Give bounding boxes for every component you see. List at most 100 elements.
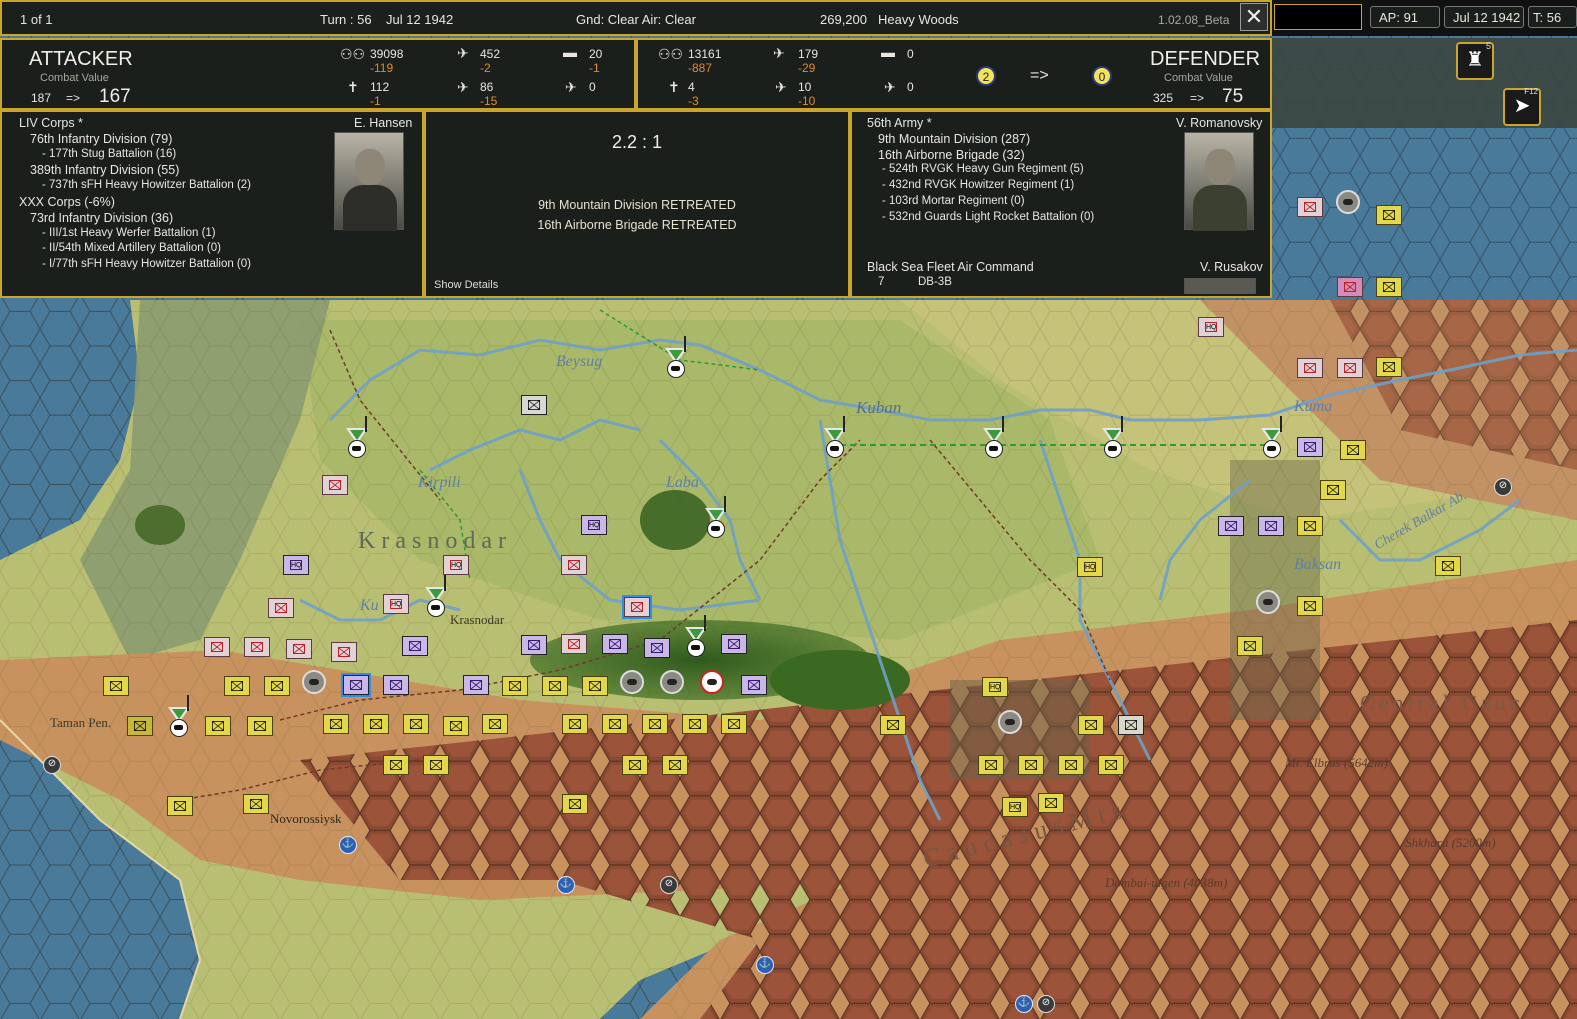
axis-unit[interactable] (1258, 516, 1284, 536)
axis-unit[interactable] (1297, 197, 1323, 217)
soviet-unit[interactable] (1118, 715, 1144, 735)
soviet-unit[interactable] (662, 755, 688, 775)
axis-hq-unit[interactable] (443, 555, 469, 575)
soviet-unit[interactable] (423, 755, 449, 775)
soviet-unit[interactable] (1038, 793, 1064, 813)
soviet-unit[interactable] (127, 716, 153, 736)
soviet-unit[interactable] (502, 676, 528, 696)
port-icon[interactable]: ⚓ (1015, 995, 1033, 1013)
oob-line[interactable]: - 737th sFH Heavy Howitzer Battalion (2) (42, 179, 251, 191)
soviet-unit[interactable] (562, 794, 588, 814)
oob-line[interactable]: - 432nd RVGK Howitzer Regiment (1) (882, 179, 1074, 191)
soviet-unit[interactable] (103, 676, 129, 696)
soviet-unit[interactable] (1376, 205, 1402, 225)
axis-unit[interactable] (383, 675, 409, 695)
soviet-unit[interactable] (403, 714, 429, 734)
naval-unit[interactable] (660, 670, 684, 694)
soviet-hq-unit[interactable] (1077, 557, 1103, 577)
oob-line[interactable]: - 532nd Guards Light Rocket Battalion (0… (882, 211, 1094, 223)
naval-unit[interactable] (620, 670, 644, 694)
soviet-unit[interactable] (1435, 556, 1461, 576)
soviet-unit[interactable] (167, 796, 193, 816)
axis-unit[interactable] (402, 636, 428, 656)
oob-line[interactable]: 16th Airborne Brigade (32) (878, 148, 1025, 162)
soviet-unit[interactable] (1320, 480, 1346, 500)
city-flag[interactable] (824, 416, 846, 458)
axis-unit[interactable] (561, 634, 587, 654)
soviet-hq-unit[interactable] (982, 677, 1008, 697)
city-flag[interactable] (665, 336, 687, 378)
city-flag[interactable] (346, 416, 368, 458)
soviet-unit[interactable] (264, 676, 290, 696)
soviet-unit[interactable] (1376, 357, 1402, 377)
axis-unit[interactable] (602, 634, 628, 654)
airfield-icon[interactable]: ⊘ (660, 876, 678, 894)
naval-unit[interactable] (700, 670, 724, 694)
axis-unit-selected[interactable] (622, 595, 652, 619)
oob-line[interactable]: - II/54th Mixed Artillery Battalion (0) (42, 242, 221, 254)
city-flag[interactable] (983, 416, 1005, 458)
airfield-icon[interactable]: ⊘ (1037, 995, 1055, 1013)
soviet-unit[interactable] (243, 794, 269, 814)
soviet-unit[interactable] (562, 714, 588, 734)
axis-unit[interactable] (721, 634, 747, 654)
oob-line[interactable]: 389th Infantry Division (55) (30, 163, 179, 177)
soviet-unit[interactable] (721, 714, 747, 734)
oob-line[interactable]: - I/77th sFH Heavy Howitzer Battalion (0… (42, 258, 251, 270)
soviet-unit[interactable] (602, 714, 628, 734)
soviet-unit[interactable] (622, 755, 648, 775)
axis-unit-selected[interactable] (341, 673, 371, 697)
axis-unit[interactable] (521, 635, 547, 655)
air-commander-portrait[interactable] (1184, 278, 1256, 294)
axis-hq-unit[interactable] (383, 594, 409, 614)
soviet-unit[interactable] (642, 714, 668, 734)
soviet-unit[interactable] (542, 676, 568, 696)
oob-line[interactable]: 56th Army * (867, 116, 932, 130)
soviet-unit[interactable] (880, 715, 906, 735)
soviet-unit[interactable] (1058, 755, 1084, 775)
oob-line[interactable]: 73rd Infantry Division (36) (30, 211, 173, 225)
oob-line[interactable]: - 177th Stug Battalion (16) (42, 148, 176, 160)
soviet-unit[interactable] (482, 714, 508, 734)
soviet-unit[interactable] (1297, 516, 1323, 536)
oob-line[interactable]: - 524th RVGK Heavy Gun Regiment (5) (882, 163, 1084, 175)
naval-unit[interactable] (998, 710, 1022, 734)
axis-unit[interactable] (741, 675, 767, 695)
soviet-unit[interactable] (1376, 277, 1402, 297)
axis-unit[interactable] (561, 555, 587, 575)
soviet-unit[interactable] (1078, 715, 1104, 735)
defender-commander-portrait[interactable] (1184, 132, 1254, 231)
city-flag[interactable] (705, 496, 727, 538)
oob-line[interactable]: - 103rd Mortar Regiment (0) (882, 195, 1025, 207)
airfield-icon[interactable]: ⊘ (43, 756, 61, 774)
naval-unit[interactable] (302, 670, 326, 694)
naval-unit[interactable] (1336, 190, 1360, 214)
soviet-unit[interactable] (1340, 440, 1366, 460)
soviet-unit[interactable] (205, 716, 231, 736)
soviet-unit[interactable] (443, 716, 469, 736)
axis-hq-unit[interactable] (283, 555, 309, 575)
airfield-icon[interactable]: ⊘ (1494, 478, 1512, 496)
soviet-unit[interactable] (323, 714, 349, 734)
axis-unit[interactable] (463, 675, 489, 695)
axis-unit[interactable] (268, 598, 294, 618)
oob-line[interactable]: 76th Infantry Division (79) (30, 132, 172, 146)
axis-unit[interactable] (322, 475, 348, 495)
soviet-unit[interactable] (363, 714, 389, 734)
oob-line[interactable]: - III/1st Heavy Werfer Battalion (1) (42, 227, 216, 239)
axis-hq-unit[interactable] (1198, 317, 1224, 337)
axis-hq-unit[interactable] (581, 515, 607, 535)
axis-unit[interactable] (286, 639, 312, 659)
city-flag[interactable] (1261, 416, 1283, 458)
axis-unit[interactable] (244, 637, 270, 657)
axis-unit[interactable] (204, 637, 230, 657)
city-flag[interactable] (168, 695, 190, 737)
city-flag[interactable] (1102, 416, 1124, 458)
soviet-unit[interactable] (1297, 596, 1323, 616)
soviet-unit[interactable] (383, 755, 409, 775)
axis-unit[interactable] (521, 395, 547, 415)
end-turn-button[interactable]: ➤ F12 (1503, 87, 1541, 126)
axis-unit[interactable] (331, 642, 357, 662)
naval-unit[interactable] (1256, 590, 1280, 614)
soviet-unit[interactable] (1018, 755, 1044, 775)
